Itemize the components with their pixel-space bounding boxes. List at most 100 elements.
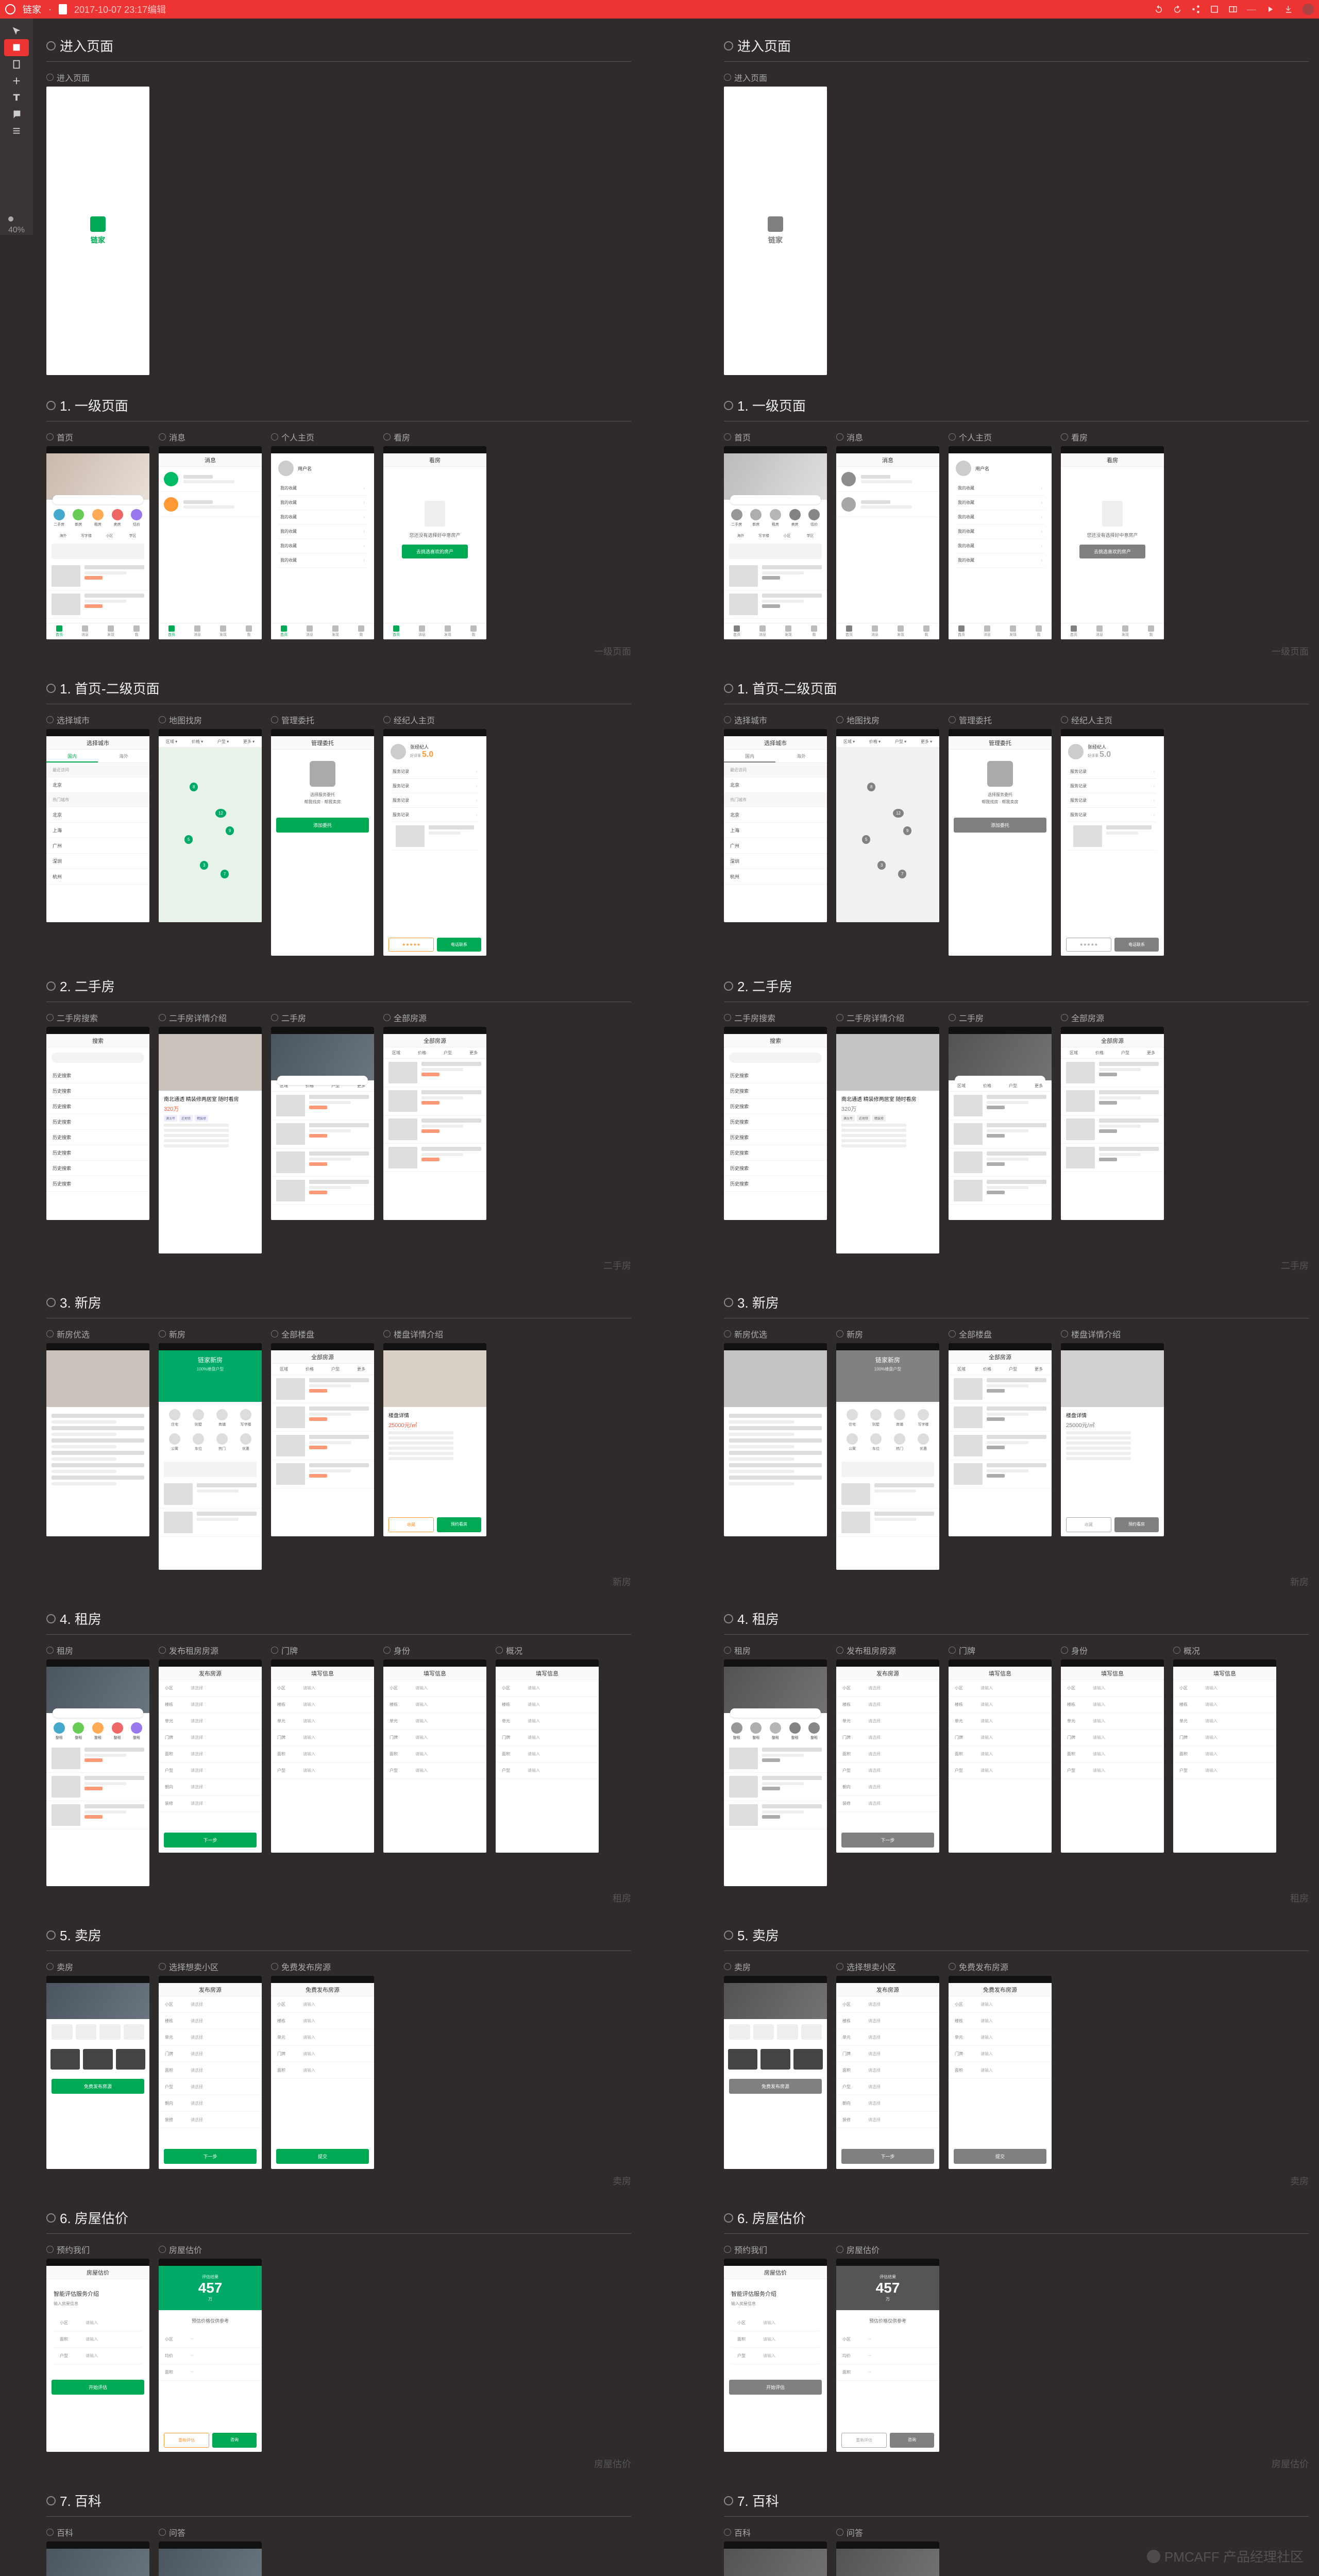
screen-renthome[interactable]: 租房 整租整租整租整租整租 — [46, 1644, 149, 1886]
screen-dot-icon — [383, 1330, 391, 1337]
screen-valform[interactable]: 预约我们 房屋估价智能评估服务介绍输入房屋信息小区请输入面积请输入户型请输入开始… — [46, 2243, 149, 2452]
screen-caption: 全部房源 — [394, 1011, 427, 1024]
divider: — — [1247, 4, 1256, 15]
screen-wiki[interactable]: 百科 买房卖房租房贷款 — [724, 2526, 827, 2576]
screen-fulllist[interactable]: 全部房源 全部房源区域价格户型更多 — [383, 1011, 486, 1253]
redo-icon[interactable] — [1173, 5, 1182, 14]
screen-msg[interactable]: 消息 消息首页消息发现我 — [159, 431, 262, 639]
screen-dot-icon — [1061, 1014, 1068, 1021]
screen-fulllist[interactable]: 全部楼盘 全部房源区域价格户型更多 — [949, 1328, 1052, 1570]
screen-home[interactable]: 首页 二手房新房租房卖房估价海外写字楼小区学区首页消息发现我 — [46, 431, 149, 639]
tool-select[interactable] — [4, 23, 29, 39]
screen-listhero[interactable]: 二手房 区域价格户型更多 — [949, 1011, 1052, 1253]
screen-agentprofile[interactable]: 经纪人主页 张经纪人好评率 5.0服务记录›服务记录›服务记录›服务记录›★★★… — [1061, 714, 1164, 956]
screen-qa[interactable]: 问答 我要提问 — [836, 2526, 939, 2576]
screen-city[interactable]: 选择城市 选择城市国内海外最近访问北京热门城市北京上海广州深圳杭州 — [724, 714, 827, 956]
screen-dot-icon — [836, 2246, 843, 2253]
layers-icon[interactable] — [1210, 5, 1219, 14]
tool-list[interactable] — [4, 123, 29, 139]
screen-form[interactable]: 选择想卖小区 发布房源小区请选择楼栋请选择单元请选择门牌请选择面积请选择户型请选… — [836, 1960, 939, 2169]
screen-form2[interactable]: 身份 填写信息小区请输入楼栋请输入单元请输入门牌请输入面积请输入户型请输入 — [383, 1644, 486, 1886]
screen-wiki[interactable]: 百科 买房卖房租房贷款 — [46, 2526, 149, 2576]
screen-sell[interactable]: 卖房 免费发布房源 — [46, 1960, 149, 2169]
screen-dot-icon — [949, 1963, 956, 1970]
screen-detail2[interactable]: 楼盘详情介绍 楼盘详情25000元/㎡收藏预约看房 — [1061, 1328, 1164, 1570]
screen-valresult[interactable]: 房屋估价 评估结果457万预估价格仅供参考小区--均价--面积--重新评估咨询 — [159, 2243, 262, 2452]
screen-fulllist[interactable]: 全部楼盘 全部房源区域价格户型更多 — [271, 1328, 374, 1570]
screen-renthome[interactable]: 租房 整租整租整租整租整租 — [724, 1644, 827, 1886]
screen-form2[interactable]: 概况 填写信息小区请输入楼栋请输入单元请输入门牌请输入面积请输入户型请输入 — [496, 1644, 599, 1886]
share-icon[interactable] — [1191, 5, 1200, 14]
screen-valresult[interactable]: 房屋估价 评估结果457万预估价格仅供参考小区--均价--面积--重新评估咨询 — [836, 2243, 939, 2452]
screen-newhome[interactable]: 新房 链家新房100%楼盘户型住宅别墅商铺写字楼公寓车位热门优惠 — [836, 1328, 939, 1570]
canvas[interactable]: 进入页面 进入页面 链家 1. 一级页面 首页 二手房新房租房卖房估价海外写字楼… — [46, 26, 1309, 2576]
screen-caption: 消息 — [169, 431, 185, 443]
screen-empty[interactable]: 看房 看房您还没有选择好中意房产去挑选喜欢的房产首页消息发现我 — [383, 431, 486, 639]
screen-dot-icon — [1061, 716, 1068, 723]
screen-form2[interactable]: 门牌 填写信息小区请输入楼栋请输入单元请输入门牌请输入面积请输入户型请输入 — [271, 1644, 374, 1886]
screen-form2[interactable]: 门牌 填写信息小区请输入楼栋请输入单元请输入门牌请输入面积请输入户型请输入 — [949, 1644, 1052, 1886]
screen-home[interactable]: 首页 二手房新房租房卖房估价海外写字楼小区学区首页消息发现我 — [724, 431, 827, 639]
screen-search[interactable]: 二手房搜索 搜索历史搜索历史搜索历史搜索历史搜索历史搜索历史搜索历史搜索历史搜索 — [724, 1011, 827, 1253]
screen-listhero[interactable]: 二手房 区域价格户型更多 — [271, 1011, 374, 1253]
screen-dot-icon — [271, 1963, 278, 1970]
play-icon[interactable] — [1265, 5, 1275, 14]
screen-form2[interactable]: 概况 填写信息小区请输入楼栋请输入单元请输入门牌请输入面积请输入户型请输入 — [1173, 1644, 1276, 1886]
screen-agentprofile[interactable]: 经纪人主页 张经纪人好评率 5.0服务记录›服务记录›服务记录›服务记录›★★★… — [383, 714, 486, 956]
screen-dot-icon — [159, 1330, 166, 1337]
screen-agent[interactable]: 管理委托 管理委托选择服务委托帮我找房 · 帮我卖房添加委托 — [271, 714, 374, 956]
screen-map[interactable]: 地图找房 区域 ▾价格 ▾户型 ▾更多 ▾8125937 — [836, 714, 939, 956]
tool-add[interactable] — [4, 73, 29, 89]
section-title: 4. 租房 — [46, 1609, 631, 1628]
screen-profile[interactable]: 个人主页 用户名我的收藏›我的收藏›我的收藏›我的收藏›我的收藏›我的收藏›首页… — [271, 431, 374, 639]
panel-icon[interactable] — [1228, 5, 1238, 14]
screen-sell[interactable]: 卖房 免费发布房源 — [724, 1960, 827, 2169]
screen-publish[interactable]: 免费发布房源 免费发布房源小区请输入楼栋请输入单元请输入门牌请输入面积请输入提交 — [271, 1960, 374, 2169]
screen-city[interactable]: 选择城市 选择城市国内海外最近访问北京热门城市北京上海广州深圳杭州 — [46, 714, 149, 956]
screen-dot-icon — [724, 433, 731, 440]
screen-caption: 选择想卖小区 — [847, 1960, 896, 1973]
screen-profile[interactable]: 个人主页 用户名我的收藏›我的收藏›我的收藏›我的收藏›我的收藏›我的收藏›首页… — [949, 431, 1052, 639]
screen-dot-icon — [724, 716, 731, 723]
section-footer: 房屋估价 — [724, 2457, 1309, 2470]
undo-icon[interactable] — [1154, 5, 1163, 14]
download-icon[interactable] — [1284, 5, 1293, 14]
screen-search[interactable]: 二手房搜索 搜索历史搜索历史搜索历史搜索历史搜索历史搜索历史搜索历史搜索历史搜索 — [46, 1011, 149, 1253]
screen-dot-icon — [949, 433, 956, 440]
screen-qa[interactable]: 问答 我要提问 — [159, 2526, 262, 2576]
tool-artboard[interactable] — [4, 56, 29, 73]
user-avatar[interactable] — [1303, 4, 1314, 15]
screen-dot-icon — [724, 1963, 731, 1970]
tool-comment[interactable] — [4, 106, 29, 122]
screen-fulllist[interactable]: 全部房源 全部房源区域价格户型更多 — [1061, 1011, 1164, 1253]
screen-agent[interactable]: 管理委托 管理委托选择服务委托帮我找房 · 帮我卖房添加委托 — [949, 714, 1052, 956]
screen-newsel[interactable]: 新房优选 — [46, 1328, 149, 1570]
zoom-handle[interactable] — [8, 216, 13, 222]
screen-dot-icon — [46, 74, 54, 81]
screen-publish[interactable]: 免费发布房源 免费发布房源小区请输入楼栋请输入单元请输入门牌请输入面积请输入提交 — [949, 1960, 1052, 2169]
left-toolbar: 40% — [0, 19, 33, 235]
screen-map[interactable]: 地图找房 区域 ▾价格 ▾户型 ▾更多 ▾8125937 — [159, 714, 262, 956]
doc-title: 链家 — [23, 3, 41, 16]
screen-newsel[interactable]: 新房优选 — [724, 1328, 827, 1570]
screen-form[interactable]: 发布租房房源 发布房源小区请选择楼栋请选择单元请选择门牌请选择面积请选择户型请选… — [836, 1644, 939, 1886]
screen-form[interactable]: 发布租房房源 发布房源小区请选择楼栋请选择单元请选择门牌请选择面积请选择户型请选… — [159, 1644, 262, 1886]
screen-dot-icon — [46, 2529, 54, 2536]
screen-empty[interactable]: 看房 看房您还没有选择好中意房产去挑选喜欢的房产首页消息发现我 — [1061, 431, 1164, 639]
screen-caption: 新房 — [847, 1328, 863, 1340]
screen-msg[interactable]: 消息 消息首页消息发现我 — [836, 431, 939, 639]
screen-form2[interactable]: 身份 填写信息小区请输入楼栋请输入单元请输入门牌请输入面积请输入户型请输入 — [1061, 1644, 1164, 1886]
screen-splash[interactable]: 进入页面 链家 — [724, 71, 827, 375]
screen-form[interactable]: 选择想卖小区 发布房源小区请选择楼栋请选择单元请选择门牌请选择面积请选择户型请选… — [159, 1960, 262, 2169]
screen-detail[interactable]: 二手房详情介绍 南北通透 精装修两居室 随时看房320万满五年近地铁精装修 — [836, 1011, 939, 1253]
tool-rect[interactable] — [4, 39, 29, 56]
screen-dot-icon — [1061, 433, 1068, 440]
screen-detail[interactable]: 二手房详情介绍 南北通透 精装修两居室 随时看房320万满五年近地铁精装修 — [159, 1011, 262, 1253]
screen-splash[interactable]: 进入页面 链家 — [46, 71, 149, 375]
tool-text[interactable] — [4, 89, 29, 106]
screen-caption: 发布租房房源 — [847, 1644, 896, 1656]
screen-detail2[interactable]: 楼盘详情介绍 楼盘详情25000元/㎡收藏预约看房 — [383, 1328, 486, 1570]
section-title: 7. 百科 — [46, 2491, 631, 2510]
screen-valform[interactable]: 预约我们 房屋估价智能评估服务介绍输入房屋信息小区请输入面积请输入户型请输入开始… — [724, 2243, 827, 2452]
screen-newhome[interactable]: 新房 链家新房100%楼盘户型住宅别墅商铺写字楼公寓车位热门优惠 — [159, 1328, 262, 1570]
